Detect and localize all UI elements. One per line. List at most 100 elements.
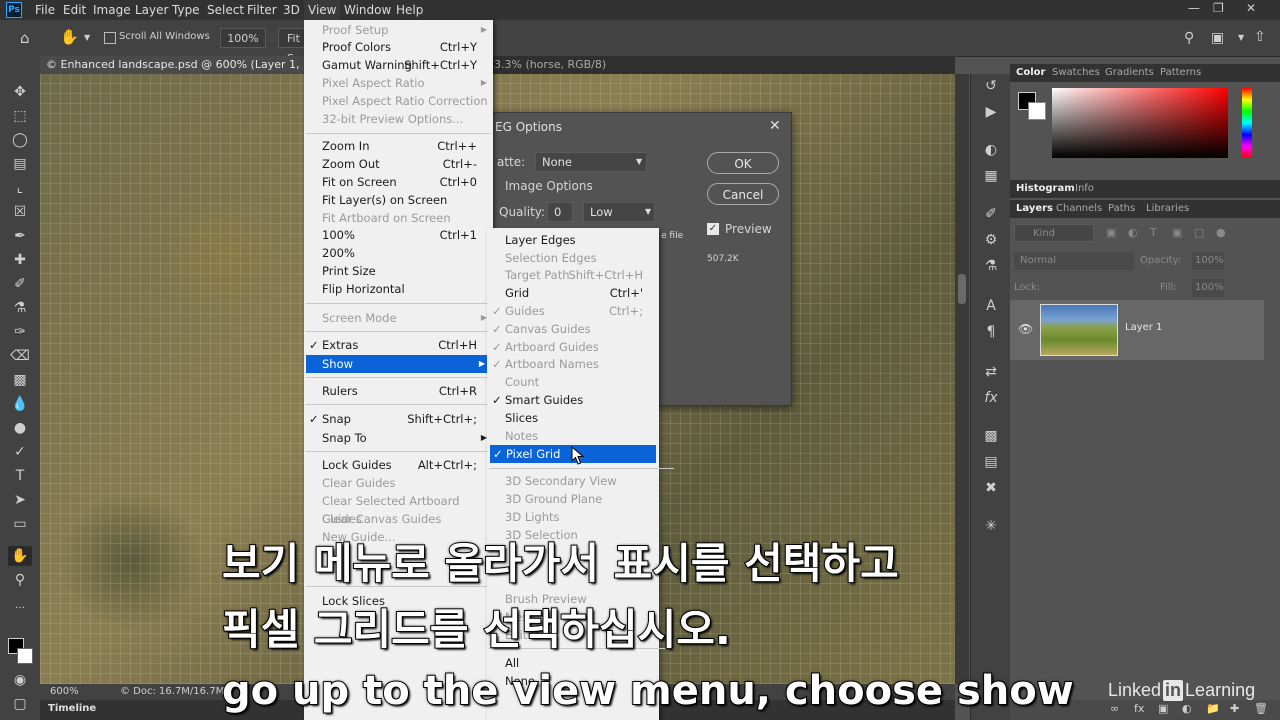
tab-patterns[interactable]: Patterns [1160,67,1201,78]
rectangle-tool-icon[interactable]: ▭ [8,514,32,534]
new-group-icon[interactable]: 📁 [1206,702,1220,715]
filter-smart-object-icon[interactable]: ▢ [1194,226,1204,239]
preview-checkbox[interactable]: ✓ [707,223,719,235]
menu-item-target-path[interactable]: Target Path Shift+Ctrl+H [487,266,659,284]
menu-item-canvas-guides[interactable]: ✓ Canvas Guides [487,320,659,338]
menu-item-32bit-preview[interactable]: 32-bit Preview Options... [304,110,493,128]
menu-item-clear-canvas-guides[interactable]: Clear Canvas Guides [304,510,493,528]
menu-item-zoom-out[interactable]: Zoom Out Ctrl+- [304,155,493,173]
menu-item-selection-edges[interactable]: Selection Edges [487,249,659,267]
menu-item-lock-guides[interactable]: Lock Guides Alt+Ctrl+; [304,456,493,474]
menu-item-fit-artboard[interactable]: Fit Artboard on Screen [304,209,493,227]
tab-info[interactable]: Info [1075,183,1094,194]
menu-item-pixel-aspect-ratio[interactable]: Pixel Aspect Ratio ▶ [304,74,493,92]
add-mask-icon[interactable]: ▣ [1158,702,1168,715]
menu-item-notes[interactable]: Notes [487,427,659,445]
tab-color[interactable]: Color [1016,67,1045,78]
menu-item-grid[interactable]: Grid Ctrl+' [487,284,659,302]
menu-item-clear-artboard-guides[interactable]: Clear Selected Artboard Guides [304,492,493,526]
marquee-tool-icon[interactable]: ⬚ [8,106,32,126]
background-color-swatch[interactable] [17,648,33,664]
history-icon[interactable]: ↺ [979,76,1003,96]
scrollbar-thumb[interactable] [958,274,966,304]
menu-item-snap-to[interactable]: Snap To ▶ [304,429,493,447]
menu-image[interactable]: Image [93,3,131,17]
close-icon[interactable]: ✕ [1246,1,1256,15]
menu-item-print-size[interactable]: Print Size [304,262,493,280]
quick-mask-icon[interactable]: ◉ [8,670,32,690]
trash-icon[interactable]: 🗑 [1254,702,1268,715]
menu-item-show[interactable]: Show ▶ [306,355,491,373]
type-tool-icon[interactable]: T [8,466,32,486]
zoom-level[interactable]: 600% [50,686,79,697]
menu-item-artboard-names[interactable]: ✓ Artboard Names [487,355,659,373]
filter-type-icon[interactable]: T [1150,226,1157,239]
dialog-close-icon[interactable]: ✕ [769,118,781,134]
matte-select[interactable]: None [535,152,647,172]
path-selection-tool-icon[interactable]: ➤ [8,490,32,510]
clone-source-icon[interactable]: ⚗ [979,256,1003,276]
menu-item-pixel-aspect-ratio-correction[interactable]: Pixel Aspect Ratio Correction [304,92,493,110]
menu-item-flip-horizontal[interactable]: Flip Horizontal [304,280,493,298]
menu-item-extras[interactable]: ✓ Extras Ctrl+H [304,336,493,354]
menu-view[interactable]: View [304,0,341,20]
menu-item-gamut-warning[interactable]: Gamut Warning Shift+Ctrl+Y [304,56,493,74]
tab-layers[interactable]: Layers [1016,203,1053,214]
fill-input[interactable]: 100% [1192,279,1224,297]
notes-icon[interactable]: ▤ [979,452,1003,472]
share-icon[interactable]: ⇧ [1254,29,1266,45]
eyedropper-tool-icon[interactable]: ✒ [8,226,32,246]
menu-edit[interactable]: Edit [63,3,86,17]
filter-adjustment-icon[interactable]: ◐ [1128,226,1138,239]
adjustments-icon[interactable]: ◐ [979,140,1003,160]
filter-pixel-icon[interactable]: ▣ [1106,226,1116,239]
layer-name[interactable]: Layer 1 [1125,322,1162,333]
tab-histogram[interactable]: Histogram [1016,183,1075,194]
menu-file[interactable]: File [35,3,55,17]
menu-type[interactable]: Type [172,3,200,17]
zoom-100-button[interactable]: 100% [220,28,266,48]
minimize-icon[interactable]: — [1188,1,1200,15]
swap-icon[interactable]: ⇄ [979,362,1003,382]
vertical-scrollbar[interactable] [955,74,969,684]
menu-filter[interactable]: Filter [247,3,277,17]
stamp-tool-icon[interactable]: ⚗ [8,298,32,318]
layer-kind-filter[interactable]: Kind [1014,224,1094,242]
quality-input[interactable]: 0 [547,202,573,222]
menu-item-3d-lights[interactable]: 3D Lights [487,508,659,526]
brush-tool-icon[interactable]: ✐ [8,274,32,294]
menu-item-rulers[interactable]: Rulers Ctrl+R [304,382,493,400]
styles-icon[interactable]: ▦ [979,166,1003,186]
menu-3d[interactable]: 3D [283,3,300,17]
gradient-tool-icon[interactable]: ▩ [8,370,32,390]
chevron-down-icon[interactable]: ▼ [84,33,90,42]
actions-play-icon[interactable]: ▶ [979,102,1003,122]
menu-item-proof-setup[interactable]: Proof Setup ▶ [304,21,493,39]
ok-button[interactable]: OK [707,152,779,174]
layer-style-icon[interactable]: fx [1134,702,1144,715]
menu-window[interactable]: Window [344,3,391,17]
blur-tool-icon[interactable]: 💧 [8,394,32,414]
paragraph-icon[interactable]: ¶ [979,322,1003,342]
opacity-input[interactable]: 100% [1192,252,1224,270]
layer-row[interactable]: 👁 Layer 1 [1010,300,1264,360]
menu-select[interactable]: Select [207,3,244,17]
menu-item-artboard-guides[interactable]: ✓ Artboard Guides [487,338,659,356]
brush-settings-icon[interactable]: ✐ [979,204,1003,224]
filter-shape-icon[interactable]: ▣ [1172,226,1182,239]
menu-item-count[interactable]: Count [487,373,659,391]
tab-enhanced-landscape[interactable]: © Enhanced landscape.psd @ 600% (Layer 1… [40,56,312,89]
tab-libraries[interactable]: Libraries [1146,203,1189,214]
hand-tool-icon[interactable]: ✋ [8,546,32,566]
menu-item-clear-guides[interactable]: Clear Guides [304,474,493,492]
menu-item-proof-colors[interactable]: Proof Colors Ctrl+Y [304,38,493,56]
adjustment-layer-icon[interactable]: ◐ [1182,702,1192,715]
tab-horse[interactable]: 3.3% (horse, RGB/8) [488,56,612,74]
properties-icon[interactable]: ⚙ [979,230,1003,250]
menu-layer[interactable]: Layer [135,3,168,17]
tab-gradients[interactable]: Gradients [1105,67,1154,78]
background-swatch[interactable] [1028,102,1046,120]
menu-item-zoom-in[interactable]: Zoom In Ctrl++ [304,137,493,155]
more-tools-icon[interactable]: … [8,596,32,616]
scroll-all-windows-checkbox[interactable] [104,32,116,44]
